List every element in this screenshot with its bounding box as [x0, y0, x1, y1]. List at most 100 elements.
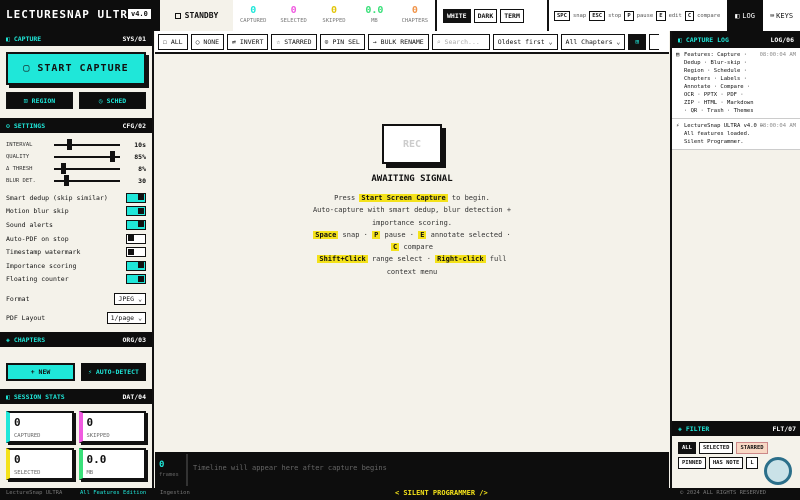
- slider-knob[interactable]: [110, 151, 116, 163]
- stat-chapters: 0 CHAPTERS: [401, 5, 429, 24]
- stat-captured: 0 CAPTURED: [239, 5, 267, 24]
- section-session-header: ◧ SESSION STATS DAT/04: [0, 389, 152, 405]
- keys-button[interactable]: ⌨ KEYS: [763, 0, 800, 31]
- slider-knob[interactable]: [67, 139, 73, 151]
- status-standby: STANDBY: [160, 0, 233, 31]
- format-select[interactable]: JPEG ⌄: [114, 292, 146, 305]
- list-view-button[interactable]: [649, 33, 660, 50]
- section-settings-header: ⚙ SETTINGS CFG/02: [0, 118, 152, 133]
- sort-select[interactable]: Oldest first ⌄: [492, 33, 558, 50]
- filter-selected-button[interactable]: SELECTED: [698, 442, 734, 454]
- version-badge: v4.0: [128, 9, 151, 19]
- log-icon: ◧: [735, 11, 740, 20]
- filter-starred-button[interactable]: STARRED: [736, 442, 768, 454]
- pdf-layout-row: PDF Layout 1/page ⌄: [0, 308, 152, 327]
- kbd-esc: ESC: [589, 10, 606, 21]
- log-button[interactable]: ◧ LOG: [727, 0, 763, 31]
- stat-skipped: 0 SKIPPED: [322, 5, 346, 24]
- start-capture-button[interactable]: ▢ START CAPTURE: [6, 52, 146, 85]
- theme-term-button[interactable]: TERM: [500, 8, 524, 23]
- select-none-button[interactable]: ○ NONE: [190, 33, 225, 50]
- chevron-down-icon: ⌄: [138, 294, 142, 303]
- slider-delta-threshold[interactable]: Δ THRESH 8%: [0, 163, 152, 175]
- toggle-importance[interactable]: Importance scoring: [0, 259, 152, 273]
- chevron-down-icon: ⌄: [138, 313, 142, 322]
- filter-pinned-button[interactable]: PINNED: [678, 457, 706, 469]
- card-mb: 0.0 MB: [78, 448, 146, 481]
- header-stats: 0 CAPTURED 0 SELECTED 0 SKIPPED 0.0 MB 0 CHAP…: [233, 0, 435, 31]
- gallery-toolbar: ☐ ALL ○ NONE ⇄ INVERT ☆ STARRED ⊙ PIN SE…: [155, 31, 669, 54]
- app-logo: LECTURESNAP ULTRA: [6, 8, 136, 21]
- format-row: Format JPEG ⌄: [0, 289, 152, 308]
- theme-white-button[interactable]: WHITE: [443, 8, 471, 23]
- right-panel: ◧ CAPTURE LOG LOG/06 ▤ 08:00:04 AM Featur…: [670, 31, 800, 488]
- select-all-button[interactable]: ☐ ALL: [158, 33, 188, 50]
- floating-counter-icon[interactable]: [764, 457, 792, 485]
- timeline-frames-label: frames: [159, 472, 179, 478]
- kbd-e: E: [656, 10, 666, 21]
- toggle-floating-counter[interactable]: Floating counter: [0, 273, 152, 287]
- toggle-switch[interactable]: [126, 247, 146, 258]
- toggle-switch[interactable]: [126, 260, 146, 271]
- timeline-bar: 0 frames Timeline will appear here after…: [155, 452, 669, 488]
- pin-selected-button[interactable]: ⊙ PIN SEL: [319, 33, 365, 50]
- toggle-switch[interactable]: [126, 274, 146, 285]
- keyboard-icon: ⌨: [769, 11, 775, 20]
- shortcut-hints: SPC snap ESC stop Ppause Eedit Ccompare: [547, 0, 727, 31]
- bulk-rename-button[interactable]: → BULK RENAME: [367, 33, 429, 50]
- chevron-down-icon: ⌄: [616, 37, 621, 46]
- slider-interval[interactable]: INTERVAL 10s: [0, 139, 152, 151]
- filter-labeled-button[interactable]: L: [746, 457, 758, 469]
- toggle-sound-alerts[interactable]: Sound alerts: [0, 218, 152, 232]
- kbd-c: C: [684, 10, 695, 21]
- toggle-motion-blur[interactable]: Motion blur skip: [0, 205, 152, 219]
- invert-button[interactable]: ⇄ INVERT: [227, 33, 269, 50]
- slider-blur-detect[interactable]: BLUR DET. 30: [0, 175, 152, 187]
- pdf-layout-select[interactable]: 1/page ⌄: [106, 311, 146, 324]
- theme-dark-button[interactable]: DARK: [473, 8, 498, 23]
- section-chapters-header: ◈ CHAPTERS ORG/03: [0, 332, 152, 348]
- empty-description: Press Start Screen Capture to begin. Aut…: [312, 194, 512, 276]
- clock-icon: ◷: [98, 96, 107, 105]
- stat-mb: 0.0 MB: [365, 5, 384, 24]
- rec-placeholder: REC: [382, 124, 442, 164]
- filter-all-button[interactable]: ALL: [678, 442, 696, 454]
- card-skipped: 0 SKIPPED: [78, 411, 146, 444]
- toggle-switch[interactable]: [126, 192, 146, 203]
- chapter-filter-select[interactable]: All Chapters ⌄: [560, 33, 626, 50]
- toggle-auto-pdf[interactable]: Auto-PDF on stop: [0, 232, 152, 246]
- new-chapter-button[interactable]: + NEW: [6, 363, 75, 382]
- region-button[interactable]: ⊡ REGION: [6, 92, 73, 109]
- bolt-icon: ⚡: [88, 368, 96, 377]
- region-icon: ⊡: [23, 96, 32, 105]
- toggle-smart-dedup[interactable]: Smart dedup (skip similar): [0, 191, 152, 205]
- stat-selected: 0 SELECTED: [280, 5, 307, 24]
- starred-filter-button[interactable]: ☆ STARRED: [271, 33, 317, 50]
- grid-view-button[interactable]: ⊞: [628, 33, 647, 50]
- slider-knob[interactable]: [63, 175, 69, 187]
- card-selected: 0 SELECTED: [6, 448, 74, 481]
- timeline-placeholder: Timeline will appear here after capture …: [193, 464, 387, 472]
- toggle-switch[interactable]: [126, 233, 146, 244]
- auto-detect-button[interactable]: ⚡ AUTO-DETECT: [81, 363, 146, 382]
- log-entry: ▤ 08:00:04 AM Features: Capture · Dedup …: [672, 48, 800, 119]
- left-panel: ◧ CAPTURE SYS/01 ▢ START CAPTURE ⊡ REGION…: [0, 31, 154, 488]
- capture-icon: ▢: [23, 63, 38, 74]
- toggle-switch[interactable]: [126, 206, 146, 217]
- timeline-count: 0: [159, 460, 165, 470]
- log-entry: ⚡ 08:00:04 AM LectureSnap ULTRA v4.0 — A…: [672, 119, 800, 150]
- schedule-button[interactable]: ◷ SCHED: [79, 92, 146, 109]
- search-input[interactable]: ⌕ Search...: [431, 33, 490, 50]
- card-captured: 0 CAPTURED: [6, 411, 74, 444]
- slider-quality[interactable]: QUALITY 85%: [0, 151, 152, 163]
- toggle-switch[interactable]: [126, 219, 146, 230]
- section-filter-header: ◈ FILTER FLT/07: [672, 421, 800, 436]
- search-icon: ⌕: [436, 37, 445, 46]
- kbd-p: P: [624, 10, 634, 21]
- footer: LectureSnap ULTRA All Features Edition I…: [0, 488, 800, 500]
- slider-knob[interactable]: [60, 163, 66, 175]
- toggle-timestamp[interactable]: Timestamp watermark: [0, 245, 152, 259]
- filter-has-note-button[interactable]: HAS NOTE: [708, 457, 744, 469]
- theme-switcher: WHITE DARK TERM: [435, 0, 547, 31]
- empty-title: AWAITING SIGNAL: [371, 174, 453, 184]
